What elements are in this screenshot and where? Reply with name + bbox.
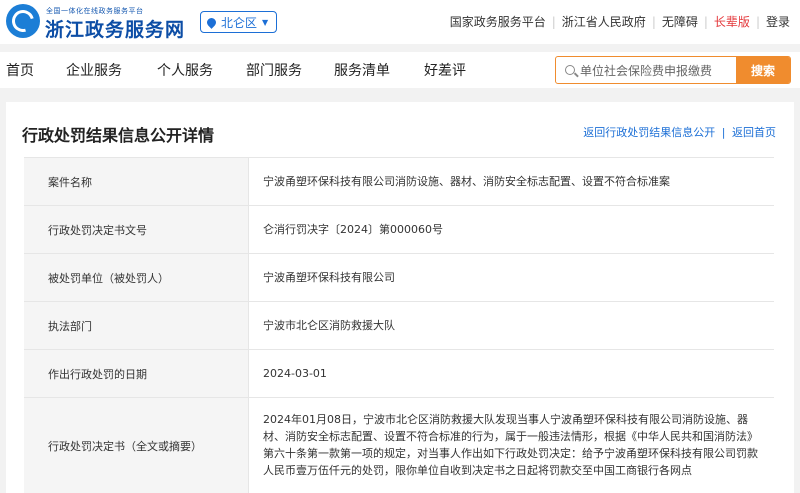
login-link[interactable]: 登录 bbox=[766, 13, 790, 30]
location-pin-icon bbox=[205, 15, 218, 29]
nav-feedback[interactable]: 好差评 bbox=[424, 60, 466, 80]
caret-down-icon: ▼ bbox=[262, 17, 269, 27]
region-selector[interactable]: 北仑区 ▼ bbox=[200, 11, 278, 33]
main-nav: 首页 企业服务 个人服务 部门服务 服务清单 好差评 搜索 bbox=[0, 52, 800, 88]
breadcrumb-separator: | bbox=[721, 126, 726, 139]
nav-service-list[interactable]: 服务清单 bbox=[334, 60, 390, 80]
link-separator: | bbox=[703, 14, 708, 29]
detail-label: 执法部门 bbox=[24, 302, 248, 349]
region-label: 北仑区 bbox=[221, 15, 258, 30]
detail-value: 仑消行罚决字〔2024〕第000060号 bbox=[248, 206, 774, 253]
top-links: 国家政务服务平台 | 浙江省人民政府 | 无障碍 | 长辈版 | 登录 bbox=[450, 13, 790, 30]
nav-department-services[interactable]: 部门服务 bbox=[246, 60, 302, 80]
detail-value: 2024年01月08日，宁波市北仑区消防救援大队发现当事人宁波甬塑环保科技有限公… bbox=[248, 398, 774, 493]
back-to-list-link[interactable]: 返回行政处罚结果信息公开 bbox=[583, 126, 715, 139]
national-platform-link[interactable]: 国家政务服务平台 bbox=[450, 13, 546, 30]
detail-label: 案件名称 bbox=[24, 158, 248, 205]
detail-card: 行政处罚结果信息公开详情 返回行政处罚结果信息公开 | 返回首页 案件名称 宁波… bbox=[6, 102, 794, 493]
detail-table: 案件名称 宁波甬塑环保科技有限公司消防设施、器材、消防安全标志配置、设置不符合标… bbox=[24, 157, 774, 493]
search-input[interactable] bbox=[580, 61, 730, 81]
detail-label: 行政处罚决定书（全文或摘要） bbox=[24, 398, 248, 493]
detail-row-penalty-date: 作出行政处罚的日期 2024-03-01 bbox=[24, 350, 774, 398]
detail-row-penalized-party: 被处罚单位（被处罚人） 宁波甬塑环保科技有限公司 bbox=[24, 254, 774, 302]
detail-row-case-name: 案件名称 宁波甬塑环保科技有限公司消防设施、器材、消防安全标志配置、设置不符合标… bbox=[24, 158, 774, 206]
search-box: 搜索 bbox=[555, 56, 791, 84]
detail-value: 宁波市北仑区消防救援大队 bbox=[248, 302, 774, 349]
back-to-home-link[interactable]: 返回首页 bbox=[732, 126, 776, 139]
detail-row-enforcement-dept: 执法部门 宁波市北仑区消防救援大队 bbox=[24, 302, 774, 350]
detail-value: 宁波甬塑环保科技有限公司 bbox=[248, 254, 774, 301]
province-gov-link[interactable]: 浙江省人民政府 bbox=[562, 13, 646, 30]
site-name[interactable]: 浙江政务服务网 bbox=[45, 15, 185, 42]
link-separator: | bbox=[651, 14, 656, 29]
nav-home[interactable]: 首页 bbox=[6, 60, 34, 80]
detail-label: 作出行政处罚的日期 bbox=[24, 350, 248, 397]
detail-label: 被处罚单位（被处罚人） bbox=[24, 254, 248, 301]
accessibility-link[interactable]: 无障碍 bbox=[662, 13, 698, 30]
site-logo-icon[interactable] bbox=[6, 4, 40, 38]
detail-value: 宁波甬塑环保科技有限公司消防设施、器材、消防安全标志配置、设置不符合标准案 bbox=[248, 158, 774, 205]
breadcrumb: 返回行政处罚结果信息公开 | 返回首页 bbox=[583, 124, 776, 140]
search-icon bbox=[565, 65, 575, 75]
detail-row-decision-text: 行政处罚决定书（全文或摘要） 2024年01月08日，宁波市北仑区消防救援大队发… bbox=[24, 398, 774, 493]
detail-label: 行政处罚决定书文号 bbox=[24, 206, 248, 253]
elder-mode-link[interactable]: 长辈版 bbox=[714, 13, 750, 30]
link-separator: | bbox=[755, 14, 760, 29]
detail-value: 2024-03-01 bbox=[248, 350, 774, 397]
detail-row-decision-number: 行政处罚决定书文号 仑消行罚决字〔2024〕第000060号 bbox=[24, 206, 774, 254]
search-button[interactable]: 搜索 bbox=[736, 57, 790, 83]
link-separator: | bbox=[551, 14, 556, 29]
nav-enterprise-services[interactable]: 企业服务 bbox=[66, 60, 122, 80]
nav-personal-services[interactable]: 个人服务 bbox=[157, 60, 213, 80]
page-title: 行政处罚结果信息公开详情 bbox=[22, 126, 215, 145]
top-header: 全国一体化在线政务服务平台 浙江政务服务网 北仑区 ▼ 国家政务服务平台 | 浙… bbox=[0, 0, 800, 44]
